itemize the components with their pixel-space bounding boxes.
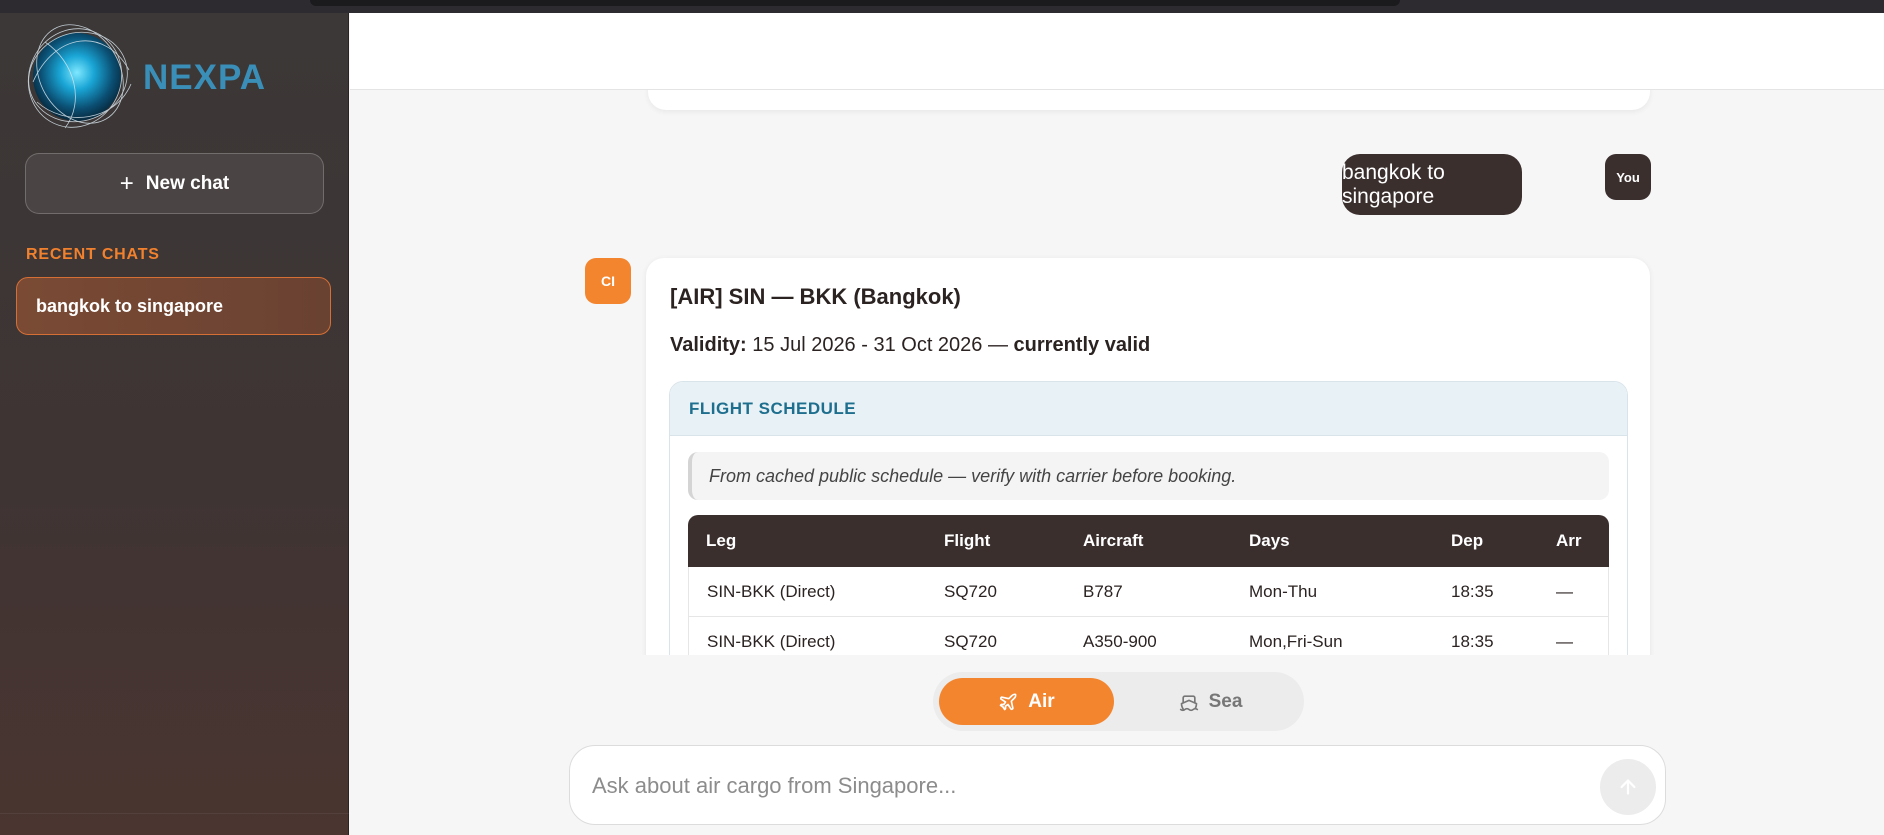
recent-chat-item[interactable]: bangkok to singapore — [16, 277, 331, 335]
previous-message-card — [648, 90, 1650, 110]
validity-line: Validity: 15 Jul 2026 - 31 Oct 2026 — cu… — [670, 334, 1150, 357]
cell-leg: SIN-BKK (Direct) — [688, 567, 926, 617]
route-title: [AIR] SIN — BKK (Bangkok) — [670, 284, 961, 309]
table-row: SIN-BKK (Direct) SQ720 B787 Mon-Thu 18:3… — [688, 567, 1609, 617]
column-header-days: Days — [1231, 515, 1433, 567]
cell-leg: SIN-BKK (Direct) — [688, 617, 926, 655]
cell-aircraft: B787 — [1065, 567, 1231, 617]
top-bar — [0, 0, 1884, 13]
flight-schedule-title: FLIGHT SCHEDULE — [670, 382, 1627, 436]
column-header-leg: Leg — [688, 515, 926, 567]
cell-aircraft: A350-900 — [1065, 617, 1231, 655]
air-mode-button[interactable]: Air — [939, 678, 1114, 725]
send-button[interactable] — [1600, 759, 1656, 815]
column-header-arr: Arr — [1538, 515, 1609, 567]
arrow-up-icon — [1620, 779, 1636, 795]
cell-dep: 18:35 — [1433, 567, 1538, 617]
validity-status: currently valid — [1013, 334, 1151, 356]
flight-schedule-panel: FLIGHT SCHEDULE From cached public sched… — [669, 381, 1628, 655]
column-header-dep: Dep — [1433, 515, 1538, 567]
plus-icon: + — [119, 169, 134, 197]
message-composer — [569, 745, 1666, 825]
assistant-message-card: [AIR] SIN — BKK (Bangkok) Validity: 15 J… — [646, 258, 1650, 655]
column-header-aircraft: Aircraft — [1065, 515, 1231, 567]
table-row: SIN-BKK (Direct) SQ720 A350-900 Mon,Fri-… — [688, 617, 1609, 655]
plane-icon — [999, 693, 1017, 710]
user-message-bubble: bangkok to singapore — [1342, 154, 1522, 215]
air-mode-label: Air — [1028, 690, 1055, 712]
sidebar: NEXPA + New chat RECENT CHATS bangkok to… — [0, 13, 349, 835]
new-chat-button[interactable]: + New chat — [25, 153, 324, 214]
message-input[interactable] — [592, 764, 1552, 808]
logo-orb-icon — [27, 24, 132, 129]
cell-flight: SQ720 — [926, 617, 1065, 655]
top-bar-pill — [310, 0, 1400, 6]
main-header — [350, 13, 1884, 90]
chat-area[interactable]: bangkok to singapore You CI [AIR] SIN — … — [350, 90, 1884, 655]
validity-label: Validity: — [670, 334, 747, 356]
user-avatar: You — [1605, 154, 1651, 200]
assistant-avatar: CI — [585, 258, 631, 304]
cell-arr: — — [1538, 567, 1609, 617]
sea-mode-button[interactable]: Sea — [1123, 678, 1298, 725]
mode-toggle: Air Sea — [933, 672, 1304, 731]
table-header-row: Leg Flight Aircraft Days Dep Arr — [688, 515, 1609, 567]
validity-dates: 15 Jul 2026 - 31 Oct 2026 — — [752, 334, 1008, 356]
schedule-note: From cached public schedule — verify wit… — [688, 452, 1609, 500]
cell-dep: 18:35 — [1433, 617, 1538, 655]
new-chat-label: New chat — [145, 172, 230, 194]
cell-days: Mon-Thu — [1231, 567, 1433, 617]
sea-mode-label: Sea — [1208, 690, 1243, 712]
flight-schedule-table: Leg Flight Aircraft Days Dep Arr SIN-BKK… — [688, 515, 1609, 655]
sidebar-footer — [0, 813, 349, 835]
recent-chats-heading: RECENT CHATS — [26, 246, 160, 263]
brand-name: NEXPA — [143, 58, 266, 97]
ship-icon — [1179, 694, 1198, 711]
cell-arr: — — [1538, 617, 1609, 655]
cell-days: Mon,Fri-Sun — [1231, 617, 1433, 655]
column-header-flight: Flight — [926, 515, 1065, 567]
cell-flight: SQ720 — [926, 567, 1065, 617]
